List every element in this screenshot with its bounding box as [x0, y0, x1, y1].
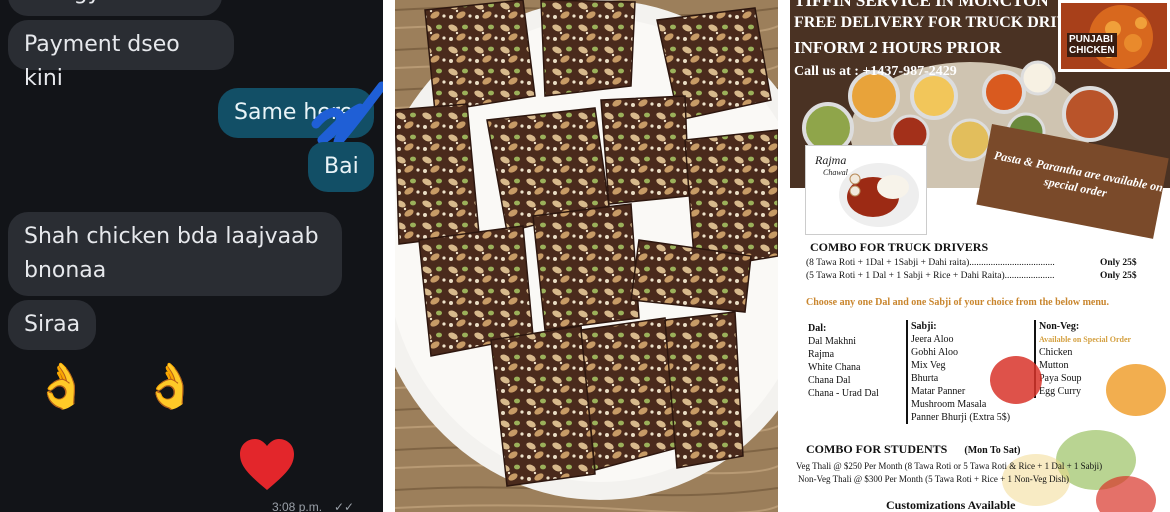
customizations-note: Customizations Available [886, 498, 1016, 512]
dal-item: Rajma [808, 349, 835, 360]
rajma-label: Rajma Chawal [815, 153, 848, 177]
rajma-subtitle: Chawal [823, 168, 848, 177]
dal-item: White Chana [808, 362, 861, 373]
students-title: COMBO FOR STUDENTS [806, 442, 948, 456]
nonveg-heading: Non-Veg: [1039, 321, 1080, 332]
vegetables-decoration [990, 356, 1166, 512]
combo-students-heading: COMBO FOR STUDENTS (Mon To Sat) [806, 442, 1020, 457]
badge-line-2: CHICKEN [1069, 45, 1115, 56]
special-order-note: Pasta & Parantha are available on specia… [992, 148, 1165, 201]
heart-icon[interactable] [238, 438, 296, 492]
rajma-title: Rajma [815, 153, 847, 167]
message-timestamp: 3:08 p.m. [272, 500, 323, 512]
incoming-message-shah-chicken[interactable]: Shah chicken bda laajvaab bnonaa [8, 212, 342, 296]
dal-item: Dal Makhni [808, 336, 857, 347]
flyer-inform-prior: INFORM 2 HOURS PRIOR [794, 38, 1002, 57]
blue-scribble-drawing [311, 81, 383, 147]
incoming-message-payment[interactable]: Payment dseo kini [8, 20, 234, 91]
flyer-title: TIFFIN SERVICE IN MONCTON [794, 0, 1049, 10]
flyer-phone[interactable]: Call us at : +1437-987-2429 [794, 64, 957, 80]
chat-screen: energy Payment dseo kini Same here Bai S… [0, 0, 383, 512]
veg-thali-line: Veg Thali @ $250 Per Month (8 Tawa Roti … [796, 461, 1103, 471]
punjabi-chicken-label: PUNJABI CHICKEN [1067, 33, 1117, 57]
combo-truck-line-2: (5 Tawa Roti + 1 Dal + 1 Sabji + Rice + … [806, 271, 1055, 281]
energy-bars-photo[interactable] [395, 0, 778, 512]
choose-instruction: Choose any one Dal and one Sabji of your… [806, 297, 1109, 308]
combo-truck-line-1: (8 Tawa Roti + 1Dal + 1Sabji + Dahi rait… [806, 258, 1055, 268]
panel-divider [778, 0, 790, 512]
read-receipt-icon: ✓✓ [334, 500, 355, 512]
rajma-chawal-photo: Rajma Chawal [806, 146, 926, 234]
dal-heading: Dal: [808, 323, 827, 334]
dal-menu-column: Dal: Dal Makhni Rajma White Chana Chana … [808, 322, 900, 400]
incoming-message-siraa[interactable]: Siraa [8, 300, 96, 350]
flyer-free-delivery: FREE DELIVERY FOR TRUCK DRIVER [794, 14, 1091, 31]
message-line-2: bnonaa [24, 258, 107, 283]
panel-divider [383, 0, 395, 512]
combo-truck-heading: COMBO FOR TRUCK DRIVERS [810, 240, 989, 254]
outgoing-message-bai[interactable]: Bai [308, 142, 374, 192]
combo-truck-price-2: Only 25$ [1100, 271, 1137, 281]
ok-hand-emoji-message[interactable]: 👌 👌 [34, 360, 218, 412]
combo-truck-price-1: Only 25$ [1100, 258, 1137, 268]
students-days: (Mon To Sat) [964, 445, 1021, 456]
tiffin-service-flyer: TIFFIN SERVICE IN MONCTON FREE DELIVERY … [790, 0, 1170, 512]
incoming-message-partial[interactable]: energy [8, 0, 222, 16]
nonveg-note: Available on Special Order [1039, 335, 1132, 344]
dal-item: Chana - Urad Dal [808, 388, 879, 399]
nonveg-thali-line: Non-Veg Thali @ $300 Per Month (5 Tawa R… [798, 474, 1069, 484]
badge-line-1: PUNJABI [1069, 34, 1113, 45]
dal-item: Chana Dal [808, 375, 851, 386]
message-line-1: Shah chicken bda laajvaab [24, 224, 319, 249]
sabji-item: Jeera Aloo [911, 334, 954, 345]
punjabi-chicken-photo: PUNJABI CHICKEN [1058, 0, 1170, 72]
sabji-heading: Sabji: [911, 321, 937, 332]
